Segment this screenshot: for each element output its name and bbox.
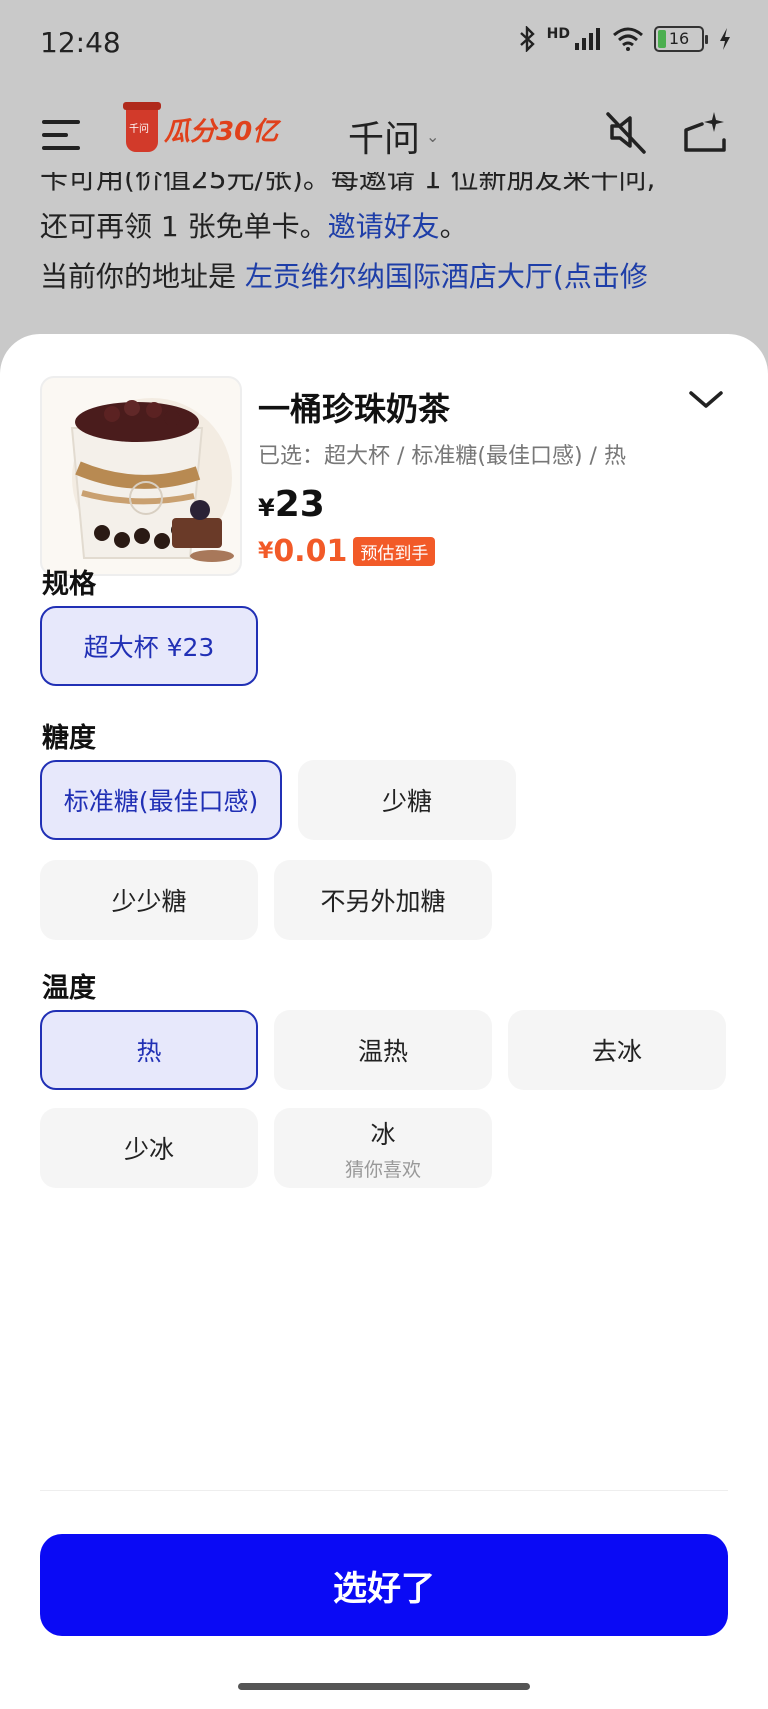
option-sugar-little[interactable]: 少少糖	[40, 860, 258, 940]
promo-cup-icon: 千问	[123, 102, 161, 152]
charging-icon	[720, 28, 730, 50]
chevron-down-icon[interactable]	[688, 388, 724, 412]
bluetooth-icon	[519, 26, 535, 52]
option-sugar-less[interactable]: 少糖	[298, 760, 516, 840]
chat-line: 卡可用(价值25元/张)。每邀请 1 位新朋友来千问,	[40, 172, 656, 195]
option-size-xl[interactable]: 超大杯 ¥23	[40, 606, 258, 686]
mute-icon[interactable]	[604, 108, 648, 156]
invite-friends-link[interactable]: 邀请好友	[328, 210, 440, 243]
status-bar: 12:48 HD 16	[0, 0, 768, 88]
promo-cup-label: 千问	[129, 124, 149, 135]
section-title-sugar: 糖度	[42, 723, 96, 754]
wifi-icon	[613, 27, 643, 51]
confirm-button[interactable]: 选好了	[40, 1534, 728, 1636]
chevron-down-icon: ⌄	[426, 126, 440, 146]
battery-icon: 16	[654, 26, 708, 52]
sparkle-chat-icon[interactable]	[682, 108, 728, 156]
app-title: 千问	[348, 119, 421, 160]
option-sugar-standard[interactable]: 标准糖(最佳口感)	[40, 760, 282, 840]
status-time: 12:48	[40, 26, 121, 59]
option-sugar-none[interactable]: 不另外加糖	[274, 860, 492, 940]
promo-banner[interactable]: 千问 瓜分30亿	[123, 102, 279, 152]
section-title-size: 规格	[42, 569, 96, 600]
promo-text: 瓜分30亿	[164, 116, 279, 147]
chat-line: 还可再领 1 张免单卡。邀请好友。	[40, 210, 468, 243]
status-icons: HD 16	[517, 26, 732, 52]
estimated-price: ¥0.01 预估到手	[258, 534, 436, 569]
product-options-sheet: 一桶珍珠奶茶 已选：超大杯 / 标准糖(最佳口感) / 热 ¥23 ¥0.01 …	[0, 334, 768, 1709]
estimated-badge: 预估到手	[353, 537, 436, 566]
option-temp-ice[interactable]: 冰 猜你喜欢	[274, 1108, 492, 1188]
chat-background-text: 卡可用(价值25元/张)。每邀请 1 位新朋友来千问, 还可再领 1 张免单卡。…	[40, 172, 740, 302]
battery-level: 16	[668, 29, 690, 48]
network-type: HD	[546, 26, 570, 42]
milk-tea-illustration	[70, 398, 234, 562]
option-temp-warm[interactable]: 温热	[274, 1010, 492, 1090]
option-temp-hot[interactable]: 热	[40, 1010, 258, 1090]
menu-icon[interactable]	[42, 116, 82, 152]
divider	[40, 1490, 728, 1491]
chat-line: 当前你的地址是 左贡维尔纳国际酒店大厅(点击修	[40, 260, 648, 293]
address-link[interactable]: 左贡维尔纳国际酒店大厅(点击修	[245, 260, 648, 293]
option-temp-less-ice[interactable]: 少冰	[40, 1108, 258, 1188]
home-indicator[interactable]	[238, 1683, 530, 1690]
signal-icon	[575, 28, 600, 50]
app-title-dropdown[interactable]: 千问 ⌄	[348, 110, 439, 162]
recommend-hint: 猜你喜欢	[344, 1158, 421, 1181]
option-temp-no-ice[interactable]: 去冰	[508, 1010, 726, 1090]
product-price: ¥23	[258, 484, 325, 525]
product-name: 一桶珍珠奶茶	[258, 390, 451, 428]
top-nav: 千问 瓜分30亿 千问 ⌄	[0, 96, 768, 172]
selected-summary: 已选：超大杯 / 标准糖(最佳口感) / 热	[258, 444, 626, 469]
product-image	[40, 376, 242, 576]
section-title-temp: 温度	[42, 973, 96, 1004]
